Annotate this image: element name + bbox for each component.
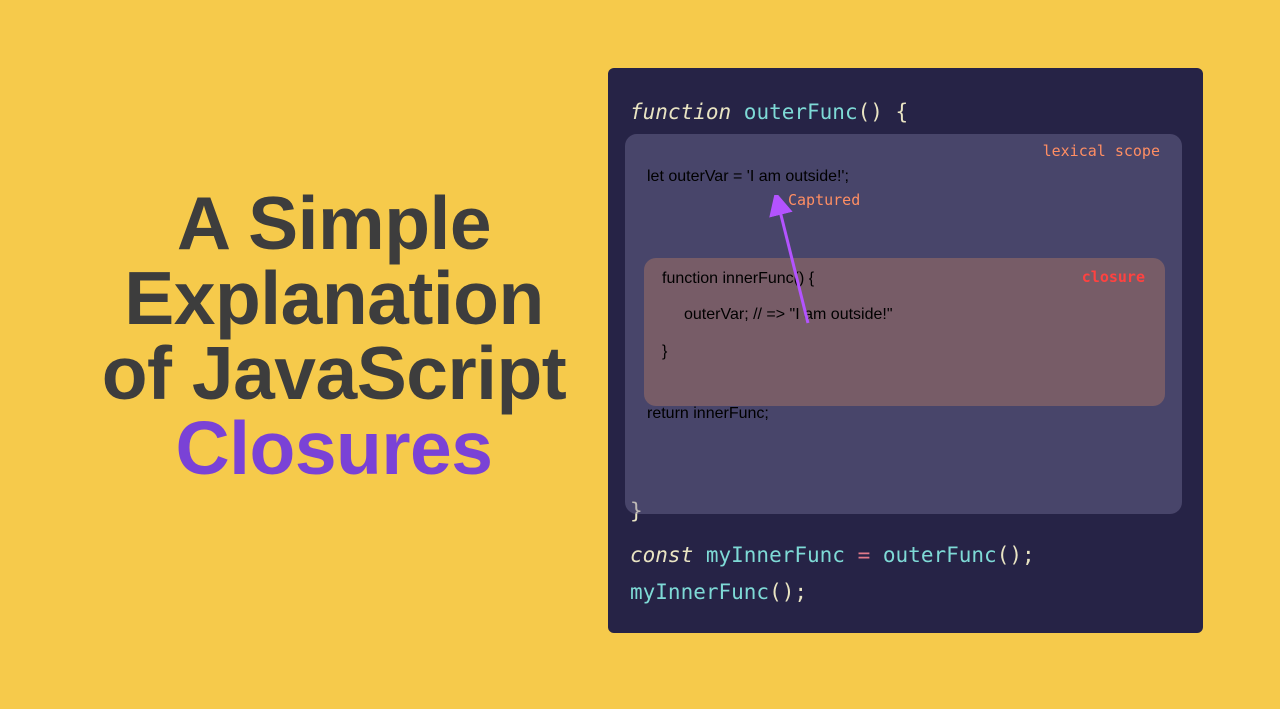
op-assign: = [858, 543, 871, 567]
keyword-return: return [647, 405, 689, 422]
identifier-outerfunc: outerFunc [731, 100, 857, 124]
identifier-outerfunc-call: outerFunc [870, 543, 996, 567]
code-line: } [662, 341, 1147, 363]
punct-semi: ; [764, 405, 768, 422]
keyword-let: let [647, 168, 664, 185]
keyword-const: const [630, 543, 693, 567]
label-closure: closure [1082, 268, 1145, 286]
op-assign: = [733, 168, 742, 185]
code-line: let outerVar = 'I am outside!'; [647, 166, 1164, 188]
keyword-function: function [630, 100, 731, 124]
spacer [662, 290, 1147, 304]
code-line: myInnerFunc(); [630, 578, 1181, 607]
closure-box: closure function innerFunc() { outerVar;… [644, 258, 1165, 406]
code-line: const myInnerFunc = outerFunc(); [630, 541, 1181, 570]
stage: A Simple Explanation of JavaScript Closu… [0, 0, 1280, 709]
title-line-3: of JavaScript [68, 336, 600, 411]
spacer [630, 527, 1181, 541]
string-literal: 'I am outside!' [742, 168, 844, 185]
identifier-myinnerfunc-call: myInnerFunc [630, 580, 769, 604]
spacer [630, 570, 1181, 578]
label-lexical-scope: lexical scope [1043, 142, 1160, 160]
title-line-2: Explanation [68, 261, 600, 336]
keyword-function: function [662, 270, 718, 287]
code-line: function outerFunc() { [630, 98, 1181, 127]
identifier-innerfunc: innerFunc [689, 405, 765, 422]
punct-open: () { [858, 100, 909, 124]
punct-close: } [662, 343, 667, 360]
identifier-outervar-ref: outerVar [684, 306, 744, 323]
comment: // => "I am outside!" [753, 306, 892, 323]
punct-semi: ; [744, 306, 753, 323]
code-line: return innerFunc; [647, 403, 1164, 425]
title-line-1: A Simple [68, 186, 600, 261]
spacer [662, 327, 1147, 341]
identifier-myinnerfunc: myInnerFunc [693, 543, 857, 567]
identifier-outervar: outerVar [664, 168, 733, 185]
code-line: function innerFunc() { [662, 268, 1147, 290]
punct-call: (); [769, 580, 807, 604]
code-line: outerVar; // => "I am outside!" [662, 304, 1147, 326]
page-title: A Simple Explanation of JavaScript Closu… [68, 186, 600, 486]
punct-open: () { [794, 270, 814, 287]
title-accent: Closures [68, 411, 600, 486]
punct-call: (); [997, 543, 1035, 567]
punct-semi: ; [844, 168, 848, 185]
label-captured: Captured [788, 191, 860, 209]
identifier-innerfunc: innerFunc [718, 270, 794, 287]
